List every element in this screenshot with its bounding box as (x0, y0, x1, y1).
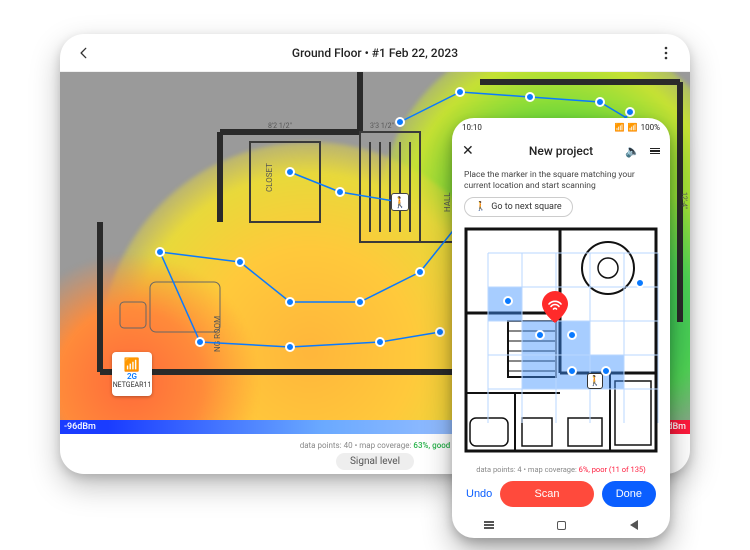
person-marker-icon[interactable]: 🚶 (587, 373, 603, 389)
measurement-node[interactable] (375, 337, 385, 347)
scan-grid (460, 223, 662, 458)
done-button[interactable]: Done (602, 481, 656, 507)
phone-stats-value: 6%, poor (11 of 135) (579, 465, 646, 474)
router-badge[interactable]: 📶 2G NETGEAR11 (112, 352, 152, 396)
wifi-pin-icon[interactable] (542, 291, 568, 323)
back-nav-icon[interactable] (630, 520, 638, 530)
signal-status-icon: 📶 (628, 123, 638, 132)
tablet-title: Ground Floor • #1 Feb 22, 2023 (292, 46, 458, 60)
tablet-stats-prefix: data points: 40 • map coverage: (300, 441, 412, 450)
measurement-node[interactable] (567, 330, 577, 340)
phone-map-canvas[interactable]: 🚶 (460, 223, 662, 461)
phone-title: New project (529, 144, 593, 158)
phone-actions: Undo Scan Done (452, 476, 670, 512)
tablet-stats-value: 63%, good (413, 441, 450, 450)
measurement-node[interactable] (395, 117, 405, 127)
status-right: 📶 📶 100% (615, 123, 660, 132)
wifi-status-icon: 📶 (615, 123, 625, 132)
measurement-node[interactable] (285, 342, 295, 352)
home-icon[interactable] (557, 521, 566, 530)
tablet-header: Ground Floor • #1 Feb 22, 2023 (60, 34, 690, 72)
go-to-next-label: Go to next square (491, 202, 561, 212)
instruction-text: Place the marker in the square matching … (452, 166, 670, 197)
status-bar: 10:10 📶 📶 100% (452, 118, 670, 136)
recent-apps-icon[interactable] (484, 521, 494, 529)
phone-header: ✕ New project 🔈 (452, 136, 670, 166)
scan-button[interactable]: Scan (500, 481, 593, 507)
android-nav-bar (452, 512, 670, 538)
measurement-node[interactable] (155, 247, 165, 257)
router-band: 2G (127, 372, 137, 381)
phone-stats-prefix: data points: 4 • map coverage: (476, 465, 577, 474)
signal-level-pill[interactable]: Signal level (336, 453, 414, 470)
measurement-node[interactable] (535, 330, 545, 340)
measurement-node[interactable] (503, 296, 513, 306)
undo-button[interactable]: Undo (466, 488, 492, 500)
router-name: NETGEAR11 (113, 381, 152, 389)
measurement-node[interactable] (595, 97, 605, 107)
measurement-node[interactable] (455, 87, 465, 97)
measurement-node[interactable] (415, 267, 425, 277)
measurement-node[interactable] (625, 107, 635, 117)
measurement-node[interactable] (285, 297, 295, 307)
speaker-icon[interactable]: 🔈 (625, 144, 640, 158)
tablet-stats: data points: 40 • map coverage: 63%, goo… (300, 441, 451, 450)
walk-icon: 🚶 (475, 202, 486, 212)
person-marker-icon[interactable]: 🚶 (391, 193, 409, 211)
battery-label: 100% (641, 123, 660, 132)
measurement-node[interactable] (567, 366, 577, 376)
measurement-node[interactable] (525, 92, 535, 102)
measurement-node[interactable] (285, 167, 295, 177)
go-to-next-square-button[interactable]: 🚶 Go to next square (464, 197, 573, 217)
measurement-node[interactable] (355, 297, 365, 307)
list-icon[interactable] (650, 148, 660, 155)
close-icon[interactable]: ✕ (462, 143, 474, 159)
scale-min-label: -96dBm (60, 420, 108, 434)
wifi-icon: 📶 (124, 359, 140, 372)
phone-stats: data points: 4 • map coverage: 6%, poor … (452, 461, 670, 476)
measurement-node[interactable] (195, 337, 205, 347)
back-icon[interactable] (74, 43, 94, 63)
measurement-node[interactable] (335, 187, 345, 197)
more-icon[interactable] (656, 43, 676, 63)
measurement-node[interactable] (635, 278, 645, 288)
measurement-node[interactable] (235, 257, 245, 267)
status-time: 10:10 (462, 123, 482, 132)
measurement-node[interactable] (435, 327, 445, 337)
phone-device: 10:10 📶 📶 100% ✕ New project 🔈 Place the… (452, 118, 670, 538)
